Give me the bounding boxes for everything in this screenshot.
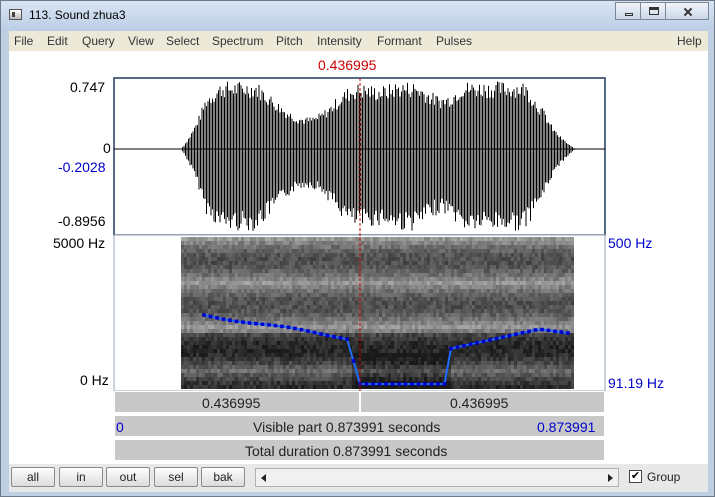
maximize-button[interactable] (640, 2, 666, 20)
pitch-point (442, 382, 447, 386)
pitch-point (501, 335, 505, 339)
pitch-point (390, 382, 395, 386)
pitch-point (436, 382, 440, 386)
pitch-point (247, 321, 252, 325)
pitch-point (299, 327, 304, 332)
menu-formant[interactable]: Formant (377, 34, 422, 48)
pitch-point (241, 320, 245, 325)
spectrogram-image (181, 237, 574, 389)
menu-pitch[interactable]: Pitch (276, 34, 303, 48)
arrow-left-icon (261, 474, 266, 482)
time-bar-right-value: 0.436995 (450, 395, 509, 411)
total-duration-label: Total duration 0.873991 seconds (245, 443, 448, 459)
pitch-point (527, 329, 531, 334)
group-checkbox[interactable]: ✔ (629, 470, 642, 483)
pitch-point (273, 323, 278, 328)
checkmark-icon: ✔ (630, 470, 641, 482)
pitch-point (384, 382, 388, 386)
pitch-point (533, 328, 538, 332)
pitch-point (306, 329, 310, 333)
pitch-point (371, 382, 375, 386)
zoom-in-button[interactable]: in (59, 467, 103, 487)
time-bar-left-value: 0.436995 (202, 395, 261, 411)
pitch-point (559, 330, 564, 334)
menu-select[interactable]: Select (166, 34, 199, 48)
pitch-point (338, 336, 343, 340)
pitch-point (215, 316, 219, 320)
pitch-point (475, 341, 479, 345)
pitch-point (449, 346, 453, 351)
scroll-right-button[interactable] (602, 469, 618, 486)
pitch-point (455, 345, 460, 349)
pitch-point (566, 331, 570, 335)
pitch-point (410, 382, 414, 386)
menu-bar: File Edit Query View Select Spectrum Pit… (9, 31, 708, 51)
sound-editor-window: 113. Sound zhua3 File Edit Query View Se… (0, 0, 715, 497)
pitch-point (221, 317, 226, 321)
pitch-point (540, 327, 544, 332)
title-bar[interactable]: 113. Sound zhua3 (1, 1, 714, 29)
pitch-point (494, 336, 499, 341)
pitch-point (514, 332, 518, 337)
pitch-point (351, 359, 356, 363)
pitch-point (202, 313, 206, 317)
pitch-point (553, 329, 557, 334)
pitch-point (319, 332, 323, 336)
menu-pulses[interactable]: Pulses (436, 34, 472, 48)
pitch-point (234, 319, 239, 324)
pitch-point (507, 333, 512, 338)
pitch-point (462, 343, 466, 348)
menu-view[interactable]: View (128, 34, 154, 48)
pitch-point (293, 326, 297, 331)
pitch-point (403, 382, 408, 386)
pitch-point (377, 382, 382, 386)
pitch-point (364, 382, 369, 386)
pitch-point (332, 334, 336, 339)
zoom-all-button[interactable]: all (11, 467, 55, 487)
visible-end-label: 0.873991 (537, 419, 596, 435)
app-icon (9, 9, 22, 20)
pitch-point (254, 321, 258, 326)
pitch-point (325, 333, 330, 338)
arrow-right-icon (608, 474, 613, 482)
menu-spectrum[interactable]: Spectrum (212, 34, 263, 48)
zoom-out-button[interactable]: out (106, 467, 150, 487)
menu-edit[interactable]: Edit (47, 34, 68, 48)
pitch-point (468, 342, 473, 347)
bottom-toolbar: all in out sel bak ✔ Group (9, 464, 708, 492)
pitch-point (228, 318, 232, 323)
group-label: Group (647, 470, 681, 484)
window-title: 113. Sound zhua3 (29, 8, 126, 22)
pitch-point (280, 324, 284, 329)
editor-area: 0.436995 0.747 0 -0.2028 -0.8956 5000 Hz… (9, 51, 708, 464)
pitch-point (488, 338, 492, 342)
zoom-back-button[interactable]: bak (201, 467, 245, 487)
menu-query[interactable]: Query (82, 34, 115, 48)
pitch-point (397, 382, 401, 386)
menu-intensity[interactable]: Intensity (317, 34, 362, 48)
minimize-button[interactable] (615, 2, 641, 20)
zoom-selection-button[interactable]: sel (154, 467, 198, 487)
pitch-point (481, 339, 486, 344)
pitch-point (520, 331, 525, 335)
pitch-point (312, 330, 317, 335)
pitch-point (546, 328, 551, 333)
visible-part-label: Visible part 0.873991 seconds (253, 419, 441, 435)
pitch-point (429, 382, 434, 386)
menu-file[interactable]: File (14, 34, 33, 48)
scroll-left-button[interactable] (256, 469, 272, 486)
pitch-point (267, 323, 271, 327)
pitch-point (416, 382, 421, 386)
visible-start-label: 0 (116, 419, 124, 435)
close-button[interactable] (665, 2, 709, 20)
pitch-point (260, 322, 265, 327)
time-scrollbar[interactable] (255, 468, 619, 487)
menu-help[interactable]: Help (677, 34, 702, 48)
pitch-point (286, 325, 291, 330)
pitch-point (423, 382, 427, 386)
pitch-point (208, 314, 213, 319)
pitch-point (345, 337, 349, 341)
